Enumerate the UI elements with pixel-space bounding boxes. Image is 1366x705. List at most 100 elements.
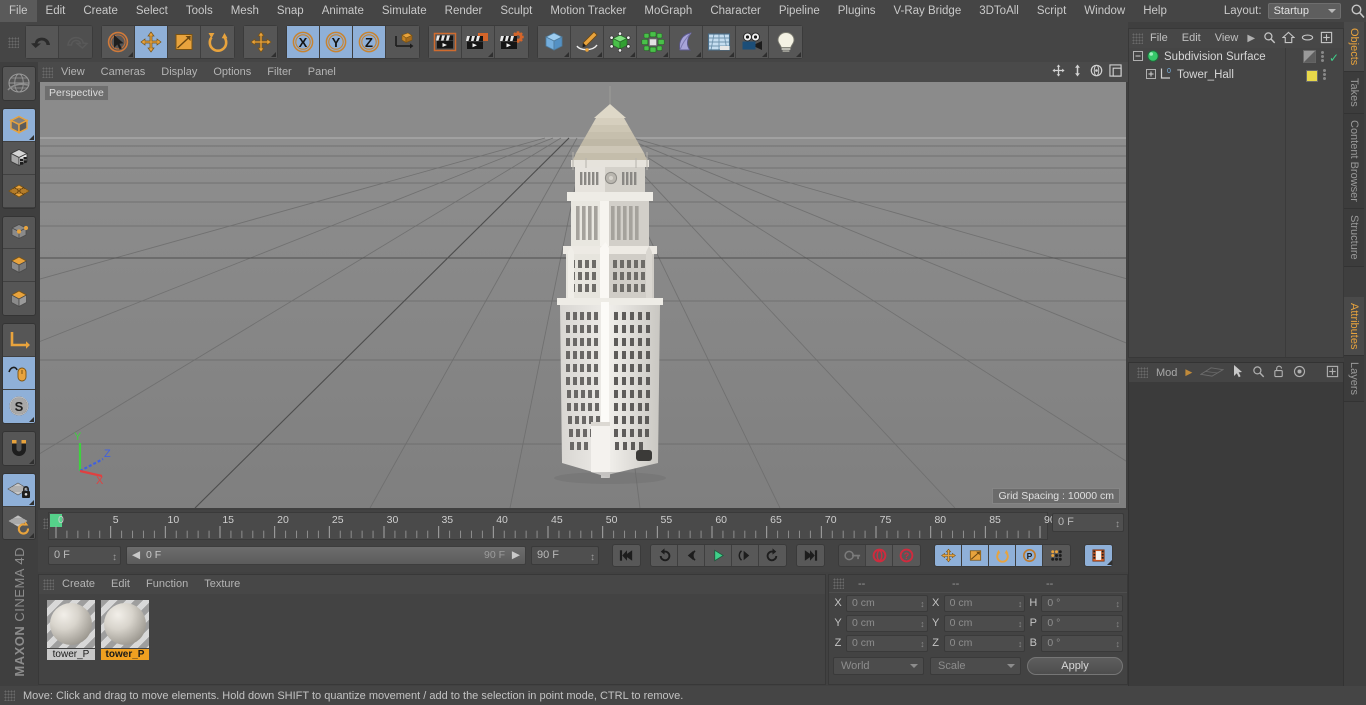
previous-frame-button[interactable]	[678, 544, 705, 566]
soft-selection-button[interactable]: S	[3, 389, 35, 423]
material-preview-sphere[interactable]	[47, 600, 95, 648]
ellipse-icon[interactable]	[1301, 31, 1314, 47]
menu-item-file[interactable]: File	[0, 0, 37, 22]
target-icon[interactable]	[1293, 365, 1306, 381]
polygons-mode-button[interactable]	[3, 282, 35, 316]
menu-item-motion-tracker[interactable]: Motion Tracker	[541, 0, 635, 22]
menu-item-snap[interactable]: Snap	[268, 0, 313, 22]
rotation-key-button[interactable]	[989, 544, 1016, 566]
x-axis-lock-button[interactable]: X	[287, 26, 320, 58]
material-menu-function[interactable]: Function	[138, 575, 196, 594]
redo-button[interactable]	[59, 26, 92, 58]
object-axis-button[interactable]	[3, 324, 35, 358]
menu-item-v-ray-bridge[interactable]: V-Ray Bridge	[884, 0, 970, 22]
menu-item-select[interactable]: Select	[127, 0, 177, 22]
right-tab-content-browser[interactable]: Content Browser	[1344, 114, 1364, 209]
point-level-animation-button[interactable]	[1043, 544, 1070, 566]
menu-item-tools[interactable]: Tools	[177, 0, 222, 22]
add-cube-button[interactable]	[538, 26, 571, 58]
object-name[interactable]: Subdivision Surface	[1164, 51, 1266, 63]
light-button[interactable]	[769, 26, 802, 58]
search-icon[interactable]	[1263, 31, 1276, 47]
chevron-right-icon[interactable]: ▶	[1247, 33, 1255, 44]
right-tab-attributes[interactable]: Attributes	[1344, 296, 1364, 357]
undo-button[interactable]	[26, 26, 59, 58]
coordinates-grip[interactable]	[833, 578, 844, 589]
object-name[interactable]: Tower_Hall	[1177, 69, 1234, 81]
current-frame-field[interactable]: 0 F	[48, 545, 121, 566]
pan-icon[interactable]	[1052, 64, 1065, 80]
viewport-3d[interactable]: Perspective Grid Spacing : 10000 cm Y Z …	[40, 82, 1126, 508]
move-axis-button[interactable]	[244, 26, 277, 58]
next-frame-button[interactable]	[732, 544, 759, 566]
object-tree[interactable]: Subdivision Surface ✓ 0 Tower_Hall	[1129, 48, 1343, 357]
workplane-mode-button[interactable]	[3, 174, 35, 208]
home-icon[interactable]	[1281, 31, 1296, 47]
model-mode-button[interactable]	[3, 108, 35, 142]
expand-toggle-icon[interactable]	[1133, 50, 1143, 64]
nurbs-button[interactable]	[604, 26, 637, 58]
chevron-right-icon[interactable]: ▶	[1185, 367, 1192, 378]
expand-icon[interactable]	[1320, 31, 1333, 47]
time-scrubber[interactable]: ◀ 0 F 90 F ▶	[126, 545, 526, 565]
plane-icon[interactable]	[1199, 365, 1225, 381]
menu-item-pipeline[interactable]: Pipeline	[770, 0, 829, 22]
rot-h-field[interactable]: 0 °	[1041, 594, 1124, 612]
menu-item-create[interactable]: Create	[74, 0, 127, 22]
menu-item-window[interactable]: Window	[1075, 0, 1134, 22]
menu-item-animate[interactable]: Animate	[313, 0, 373, 22]
rot-p-field[interactable]: 0 °	[1041, 614, 1124, 632]
viewport-menu-cameras[interactable]: Cameras	[93, 62, 154, 82]
viewport-menu-options[interactable]: Options	[205, 62, 259, 82]
menu-item-3dtoall[interactable]: 3DToAll	[970, 0, 1028, 22]
menu-item-character[interactable]: Character	[701, 0, 770, 22]
material-menu-texture[interactable]: Texture	[196, 575, 248, 594]
size-z-field[interactable]: 0 cm	[943, 634, 1026, 652]
camera-button[interactable]	[736, 26, 769, 58]
range-end-field[interactable]: 90 F	[531, 545, 599, 566]
material-item[interactable]: tower_P	[47, 600, 95, 660]
size-x-field[interactable]: 0 cm	[943, 594, 1026, 612]
expand-toggle-icon[interactable]	[1146, 68, 1156, 82]
lock-open-icon[interactable]	[1273, 365, 1285, 381]
play-backwards-loop-button[interactable]	[651, 544, 678, 566]
object-menu-file[interactable]: File	[1143, 29, 1175, 48]
edges-mode-button[interactable]	[3, 249, 35, 283]
move-tool-button[interactable]	[135, 26, 168, 58]
right-tab-objects[interactable]: Objects	[1344, 22, 1364, 73]
open-timeline-button[interactable]	[1085, 544, 1112, 566]
viewport-menu-view[interactable]: View	[53, 62, 93, 82]
scale-key-button[interactable]	[962, 544, 989, 566]
dolly-icon[interactable]	[1071, 64, 1084, 80]
layout-select[interactable]: Startup	[1267, 3, 1341, 19]
environment-button[interactable]	[703, 26, 736, 58]
menu-item-sculpt[interactable]: Sculpt	[491, 0, 541, 22]
attributes-grip[interactable]	[1137, 367, 1148, 378]
autokeying-button[interactable]	[839, 544, 866, 566]
menu-item-render[interactable]: Render	[436, 0, 492, 22]
play-forward-loop-button[interactable]	[759, 544, 786, 566]
object-menu-edit[interactable]: Edit	[1175, 29, 1208, 48]
menu-item-mesh[interactable]: Mesh	[222, 0, 268, 22]
world-object-coords-button[interactable]	[386, 26, 419, 58]
viewport-camera-label[interactable]: Perspective	[44, 85, 109, 101]
y-axis-lock-button[interactable]: Y	[320, 26, 353, 58]
play-button[interactable]	[705, 544, 732, 566]
search-icon[interactable]	[1350, 3, 1366, 19]
menu-item-script[interactable]: Script	[1028, 0, 1075, 22]
apply-button[interactable]: Apply	[1027, 657, 1123, 675]
material-item[interactable]: tower_P	[101, 600, 149, 660]
material-menu-edit[interactable]: Edit	[103, 575, 138, 594]
orbit-icon[interactable]	[1090, 64, 1103, 80]
render-settings-button[interactable]	[495, 26, 528, 58]
z-axis-lock-button[interactable]: Z	[353, 26, 386, 58]
status-grip[interactable]	[4, 690, 15, 701]
size-y-field[interactable]: 0 cm	[943, 614, 1026, 632]
rotate-tool-button[interactable]	[201, 26, 234, 58]
material-name[interactable]: tower_P	[101, 649, 149, 660]
right-tab-structure[interactable]: Structure	[1344, 208, 1364, 267]
lock-workplane-button[interactable]	[3, 473, 35, 507]
scrub-right-arrow-icon[interactable]: ▶	[512, 547, 520, 564]
object-row[interactable]: Subdivision Surface ✓	[1129, 48, 1343, 66]
toolbar-grip[interactable]	[8, 36, 19, 48]
